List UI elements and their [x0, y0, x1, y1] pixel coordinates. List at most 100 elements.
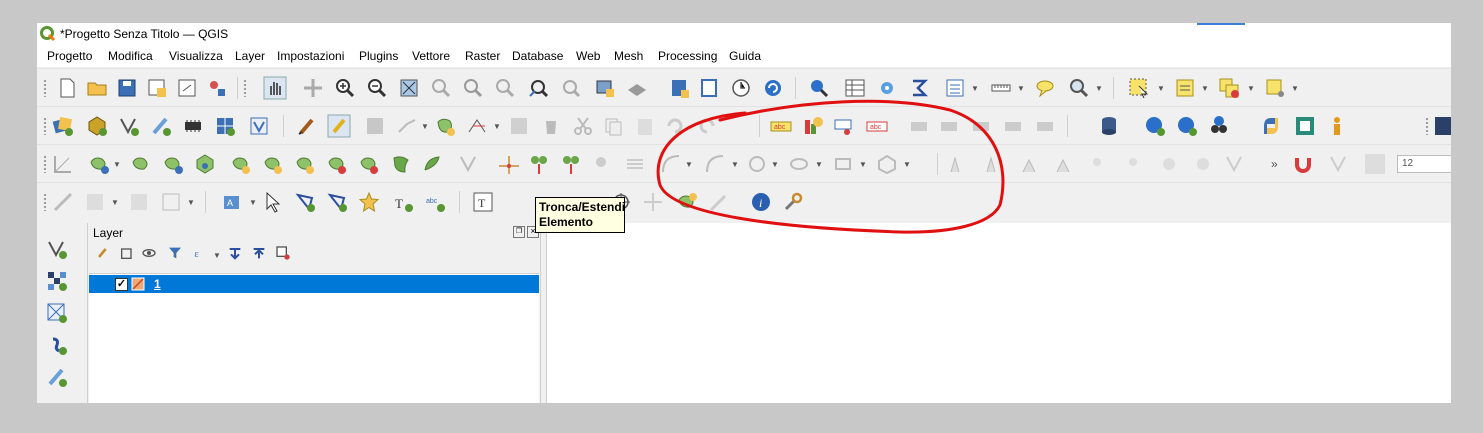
- filter-legend-icon[interactable]: [167, 245, 183, 261]
- digitize-pen-disabled-icon[interactable]: [707, 190, 731, 214]
- rotate-label-icon[interactable]: [937, 114, 961, 138]
- text-annotation-icon[interactable]: [51, 190, 75, 214]
- add-ellipse-icon[interactable]: [787, 152, 811, 176]
- profile-tool-icon[interactable]: [983, 152, 1007, 176]
- locator-search-icon[interactable]: [1067, 76, 1091, 100]
- float-panel-icon[interactable]: ❐: [513, 226, 525, 238]
- add-part-icon[interactable]: [129, 152, 153, 176]
- select-by-value-icon[interactable]: [1173, 76, 1197, 100]
- merge-features-icon[interactable]: [421, 152, 445, 176]
- select-by-location-icon[interactable]: [1263, 76, 1287, 100]
- menu-progetto[interactable]: Progetto: [47, 48, 92, 64]
- layer-visibility-checkbox[interactable]: ✓: [115, 278, 128, 291]
- favorite-star-icon[interactable]: [357, 190, 381, 214]
- add-vector-layer-icon[interactable]: [45, 237, 69, 261]
- reverse-line-icon[interactable]: [527, 152, 551, 176]
- new-3d-view-icon[interactable]: [625, 76, 649, 100]
- point-cloud-add-icon[interactable]: [1087, 152, 1111, 176]
- zoom-to-layer-icon[interactable]: [461, 76, 485, 100]
- measure-line-icon[interactable]: [989, 76, 1013, 100]
- dropdown-arrow-icon[interactable]: ▼: [421, 122, 429, 131]
- dropdown-arrow-icon[interactable]: ▼: [187, 198, 195, 207]
- fill-ring-icon[interactable]: [161, 152, 185, 176]
- menu-raster[interactable]: Raster: [465, 48, 500, 64]
- dropdown-arrow-icon[interactable]: ▼: [815, 160, 823, 169]
- stream-digitizing-icon[interactable]: [623, 152, 647, 176]
- rotate-point-symbols-icon[interactable]: [457, 152, 481, 176]
- zoom-in-icon[interactable]: [333, 76, 357, 100]
- open-project-icon[interactable]: [85, 76, 109, 100]
- menu-guida[interactable]: Guida: [729, 48, 761, 64]
- cut-features-icon[interactable]: [571, 114, 595, 138]
- snapping-tolerance-icon[interactable]: [1363, 152, 1387, 176]
- form-annotation-icon[interactable]: [83, 190, 107, 214]
- pan-hand-icon[interactable]: [263, 76, 287, 100]
- menu-database[interactable]: Database: [512, 48, 563, 64]
- show-hide-labels-icon[interactable]: [1001, 114, 1025, 138]
- manage-visibility-eye-icon[interactable]: [141, 245, 157, 261]
- toolbar-grip[interactable]: [43, 193, 47, 211]
- point-cloud-filter-icon[interactable]: [1123, 152, 1147, 176]
- vertex-tool-icon[interactable]: [465, 114, 489, 138]
- person-plugin-icon[interactable]: [1325, 114, 1349, 138]
- annotation-circle-icon[interactable]: [1191, 152, 1215, 176]
- add-feature-yellow-icon[interactable]: [675, 190, 699, 214]
- dropdown-arrow-icon[interactable]: ▼: [493, 122, 501, 131]
- dropdown-arrow-icon[interactable]: ▼: [113, 160, 121, 169]
- add-wms-layer-icon[interactable]: [247, 114, 271, 138]
- save-layer-edits-icon[interactable]: [363, 114, 387, 138]
- save-project-icon[interactable]: [115, 76, 139, 100]
- open-attribute-table-icon[interactable]: [843, 76, 867, 100]
- add-vector-layer-icon[interactable]: [117, 114, 141, 138]
- dropdown-arrow-icon[interactable]: ▼: [1201, 84, 1209, 93]
- snapping-vertex-icon[interactable]: [1327, 152, 1351, 176]
- font-size-spinbox[interactable]: 12: [1397, 155, 1451, 173]
- simplify-feature-icon[interactable]: [325, 152, 349, 176]
- digitize-line-icon[interactable]: [395, 114, 419, 138]
- add-ring-icon[interactable]: [87, 152, 111, 176]
- dropdown-arrow-icon[interactable]: ▼: [1017, 84, 1025, 93]
- dropdown-arrow-icon[interactable]: ▼: [685, 160, 693, 169]
- diagram-settings-icon[interactable]: [801, 114, 825, 138]
- layer-styling-icon[interactable]: [95, 245, 111, 261]
- vertex-profile-icon[interactable]: [947, 152, 971, 176]
- map-tips-icon[interactable]: [1033, 76, 1057, 100]
- menu-processing[interactable]: Processing: [658, 48, 717, 64]
- reshape-features-icon[interactable]: [293, 152, 317, 176]
- statistics-sigma-icon[interactable]: [907, 76, 931, 100]
- split-features-icon[interactable]: [357, 152, 381, 176]
- menu-vettore[interactable]: Vettore: [412, 48, 450, 64]
- dropdown-arrow-icon[interactable]: ▼: [971, 84, 979, 93]
- move-label-icon[interactable]: [907, 114, 931, 138]
- menu-visualizza[interactable]: Visualizza: [169, 48, 223, 64]
- toggle-editing-icon[interactable]: [327, 114, 351, 138]
- add-raster-layer-icon[interactable]: [213, 114, 237, 138]
- text-box-icon[interactable]: T: [471, 190, 495, 214]
- field-calculator-icon[interactable]: [943, 76, 967, 100]
- toolbox-gear-icon[interactable]: [875, 76, 899, 100]
- data-source-manager-icon[interactable]: [51, 114, 75, 138]
- change-label-icon[interactable]: [969, 114, 993, 138]
- help-book-icon[interactable]: [1435, 114, 1451, 138]
- overflow-chevron-icon[interactable]: »: [1271, 157, 1278, 171]
- current-edits-icon[interactable]: [295, 114, 319, 138]
- show-bookmarks-icon[interactable]: [697, 76, 721, 100]
- node-tool-icon[interactable]: [293, 190, 317, 214]
- text-along-line-icon[interactable]: abc: [423, 190, 447, 214]
- menu-web[interactable]: Web: [576, 48, 600, 64]
- select-features-icon[interactable]: [1127, 76, 1151, 100]
- add-delimited-text-icon[interactable]: [45, 333, 69, 357]
- refresh-icon[interactable]: [761, 76, 785, 100]
- undo-icon[interactable]: [663, 114, 687, 138]
- highlight-pinned-labels-icon[interactable]: abc: [865, 114, 889, 138]
- info-icon[interactable]: i: [749, 190, 773, 214]
- new-bookmark-icon[interactable]: [667, 76, 691, 100]
- toolbar-grip[interactable]: [243, 79, 247, 97]
- add-text-icon[interactable]: T: [391, 190, 415, 214]
- add-regular-polygon-icon[interactable]: [875, 152, 899, 176]
- dropdown-arrow-icon[interactable]: ▼: [859, 160, 867, 169]
- dropdown-arrow-icon[interactable]: ▼: [1095, 84, 1103, 93]
- settings-wrench-icon[interactable]: [781, 190, 805, 214]
- expand-all-icon[interactable]: [227, 245, 243, 261]
- new-map-view-icon[interactable]: [593, 76, 617, 100]
